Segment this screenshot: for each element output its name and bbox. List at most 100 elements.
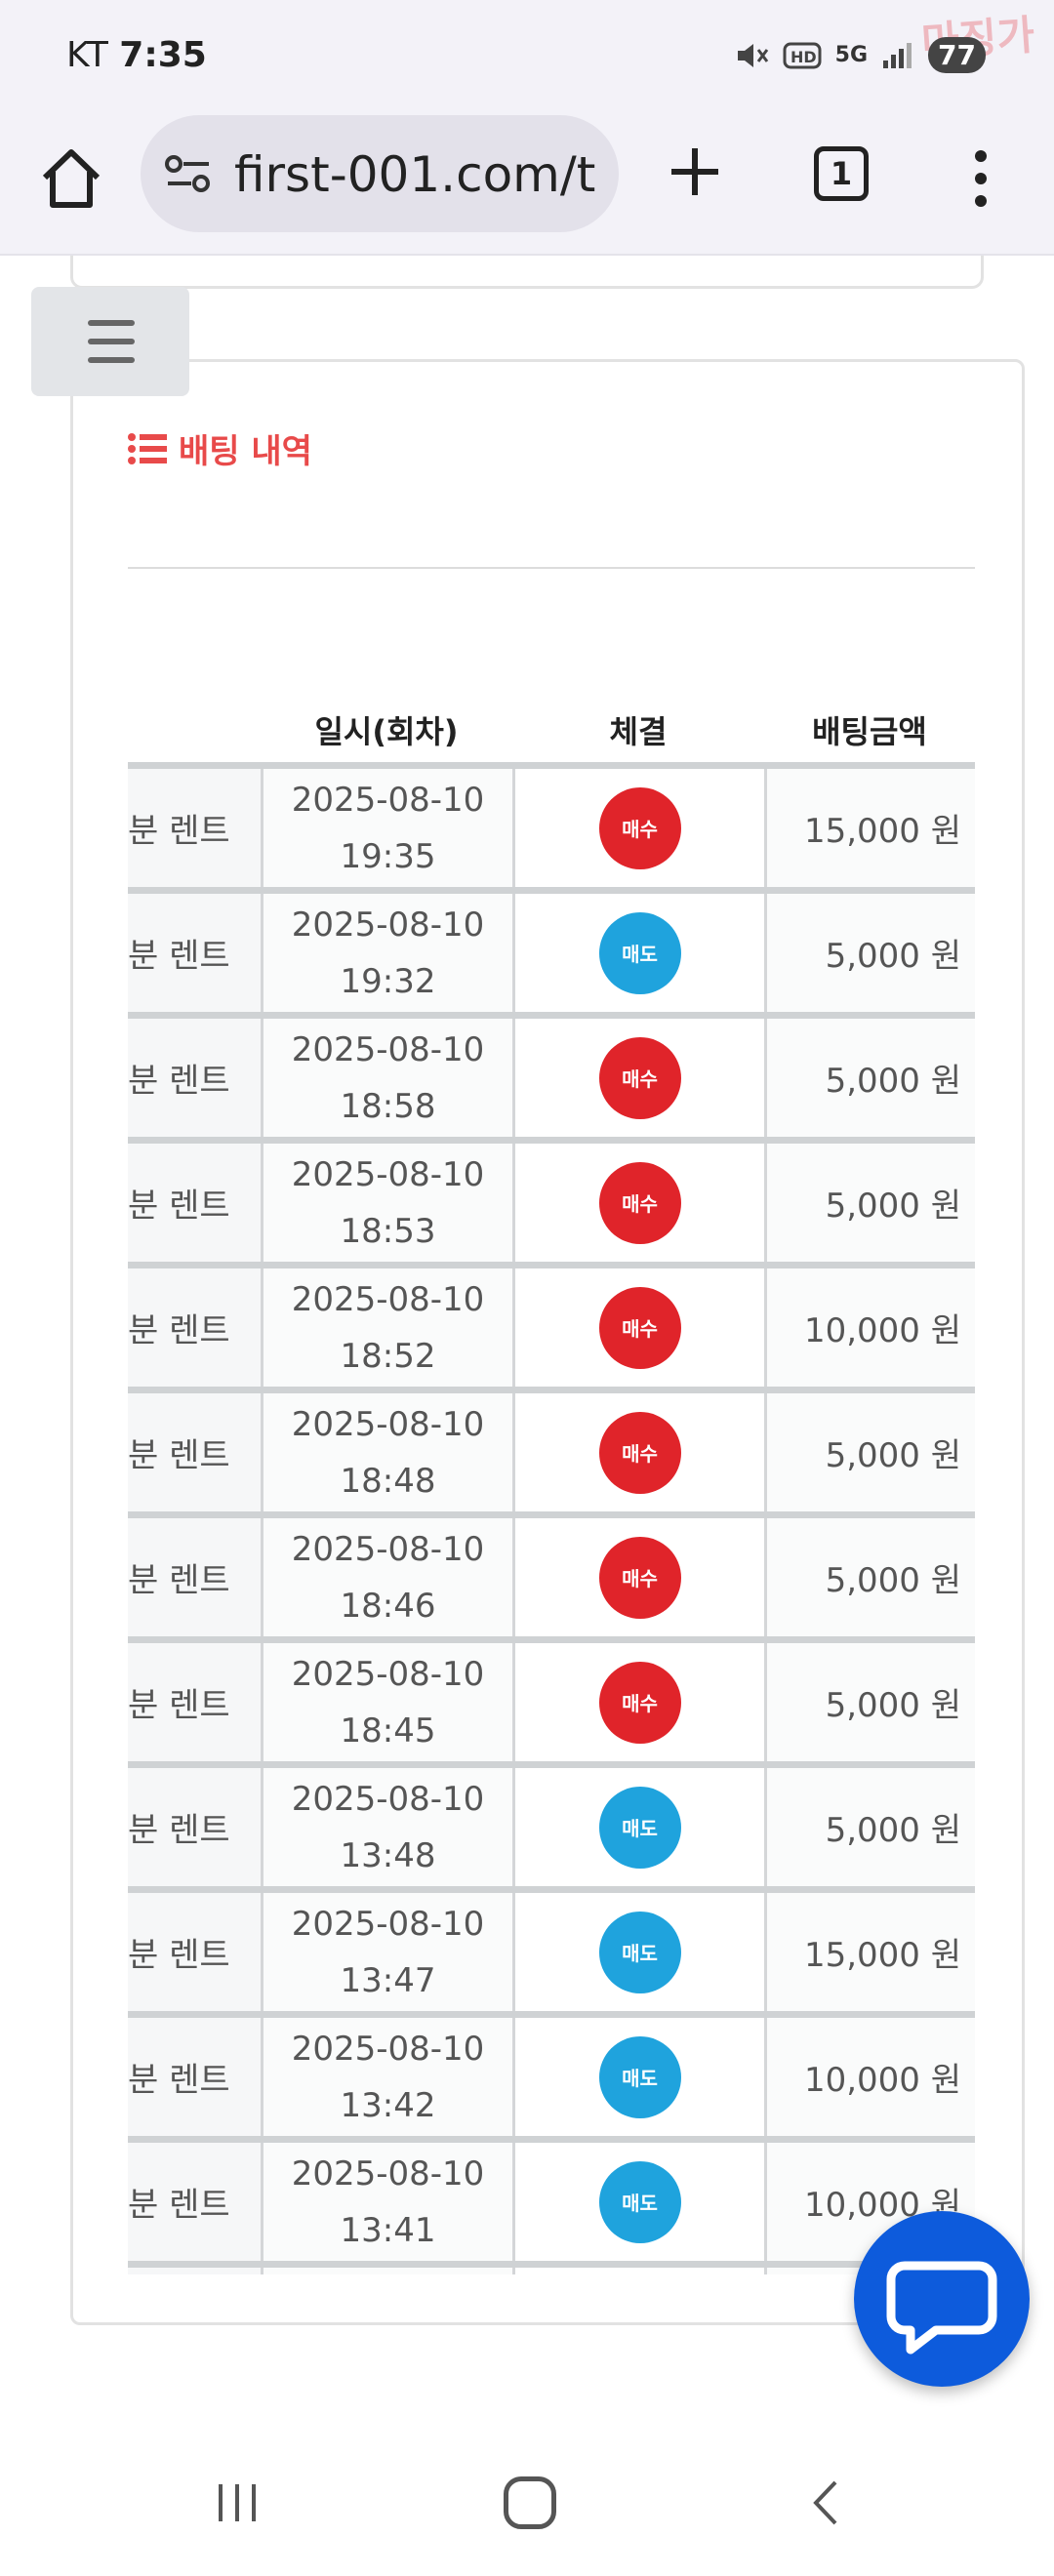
- row-date-time: 18:52: [340, 1336, 436, 1376]
- row-exec: 매도: [512, 2018, 764, 2136]
- section-title-text: 배팅 내역: [179, 432, 312, 471]
- home-nav-icon[interactable]: [504, 2476, 556, 2529]
- row-date: 2025-08-10 13:42: [261, 2018, 512, 2136]
- chat-icon: [886, 2261, 997, 2355]
- network-type: 5G: [834, 43, 869, 67]
- row-date-day: 2025-08-10: [291, 1404, 485, 1444]
- table-row: 분 렌트 2025-08-10 13:41 매도 10,000 원: [128, 2136, 975, 2261]
- row-amount: 10,000 원: [764, 1268, 975, 1387]
- row-date: 2025-08-10 18:53: [261, 1144, 512, 1262]
- row-date-day: 2025-08-10: [291, 1779, 485, 1819]
- carrier-name: KT: [66, 35, 108, 75]
- row-exec: 매수: [512, 1268, 764, 1387]
- buy-badge: 매수: [598, 1536, 681, 1619]
- mute-icon: [737, 43, 768, 67]
- row-date-day: 2025-08-10: [291, 1529, 485, 1569]
- hd-icon: HD: [783, 42, 822, 68]
- status-bar: KT 7:35 마징가 HD 5G 77: [0, 0, 1054, 109]
- row-name: 분 렌트: [128, 1811, 230, 1850]
- row-exec: 매수: [512, 769, 764, 887]
- betting-history-card: 배팅 내역 일시(회차) 체결 배팅금액 분 렌트 2025-08-10 19:35…: [70, 359, 1025, 2325]
- row-amount: 5,000 원: [764, 894, 975, 1012]
- status-carrier-time: KT 7:35: [66, 35, 207, 75]
- row-name: 분 렌트: [128, 2186, 230, 2225]
- address-bar[interactable]: first-001.com/t: [141, 115, 619, 232]
- row-date-day: 2025-08-10: [291, 1654, 485, 1694]
- chat-button[interactable]: [854, 2211, 1030, 2387]
- row-name: 분 렌트: [128, 812, 230, 851]
- row-date-time: 18:46: [340, 1586, 436, 1626]
- header-exec: 체결: [609, 713, 668, 750]
- row-date-day: 2025-08-10: [291, 1279, 485, 1319]
- row-date: 2025-08-10 13:47: [261, 1893, 512, 2011]
- row-name: 분 렌트: [128, 1062, 230, 1101]
- row-date: 2025-08-10 18:52: [261, 1268, 512, 1387]
- row-name: 분 렌트: [128, 1936, 230, 1975]
- row-exec: 매도: [512, 1893, 764, 2011]
- previous-card-edge: [70, 256, 984, 289]
- row-date-time: 19:32: [340, 961, 436, 1001]
- row-date-time: 13:48: [340, 1835, 436, 1875]
- row-date: 2025-08-10 18:48: [261, 1393, 512, 1511]
- list-icon: [128, 432, 167, 464]
- table-row: 분 렌트 2025-08-10 18:45 매수 5,000 원: [128, 1636, 975, 1761]
- row-date: 2025-08-10 19:32: [261, 894, 512, 1012]
- buy-badge: 매수: [598, 1661, 681, 1744]
- row-date-day: 2025-08-10: [291, 905, 485, 945]
- tune-icon[interactable]: [164, 152, 213, 197]
- betting-table[interactable]: 일시(회차) 체결 배팅금액 분 렌트 2025-08-10 19:35 매수 15,0…: [128, 694, 975, 2274]
- table-row: 분 렌트 2025-08-10 18:53 매수 5,000 원: [128, 1137, 975, 1262]
- buy-badge: 매수: [598, 1161, 681, 1244]
- row-date: 2025-08-10 18:58: [261, 1019, 512, 1137]
- row-exec: 매도: [512, 2268, 764, 2274]
- row-amount: 10,000 원: [764, 2018, 975, 2136]
- table-row: 분 렌트 2025-08-10 19:35 매수 15,000 원: [128, 762, 975, 887]
- row-date-time: 19:35: [340, 836, 436, 876]
- row-date-day: 2025-08-10: [291, 780, 485, 820]
- row-name: 분 렌트: [128, 1686, 230, 1725]
- row-date-time: 13:42: [340, 2085, 436, 2125]
- row-amount: 5,000 원: [764, 1518, 975, 1636]
- hamburger-icon[interactable]: [31, 287, 189, 396]
- row-date-time: 18:58: [340, 1086, 436, 1126]
- signal-icon: [883, 42, 912, 68]
- battery-indicator: 77: [928, 37, 986, 73]
- section-title: 배팅 내역: [128, 424, 312, 472]
- row-exec: 매도: [512, 2143, 764, 2261]
- row-date-time: 18:53: [340, 1211, 436, 1251]
- row-date: 2025-08-10 13:48: [261, 1768, 512, 1886]
- buy-badge: 매수: [598, 786, 681, 869]
- row-date-time: 18:45: [340, 1711, 436, 1751]
- row-date-time: 13:41: [340, 2210, 436, 2250]
- table-row: 분 렌트 2025-08-10 19:32 매도 5,000 원: [128, 887, 975, 1012]
- more-vert-icon[interactable]: [966, 144, 995, 213]
- row-exec: 매수: [512, 1643, 764, 1761]
- sell-badge: 매도: [598, 911, 681, 994]
- table-row: 분 렌트 2025-08-10 18:48 매수 5,000 원: [128, 1387, 975, 1511]
- table-row: 분 렌트 2025-08-10 13:42 매도 10,000 원: [128, 2011, 975, 2136]
- row-date-day: 2025-08-10: [291, 1029, 485, 1069]
- browser-toolbar: first-001.com/t 1: [0, 109, 1054, 256]
- row-amount: 5,000 원: [764, 1768, 975, 1886]
- sell-badge: 매도: [598, 2035, 681, 2118]
- row-date: 2025-08-10: [261, 2268, 512, 2274]
- row-amount: 5,000 원: [764, 1643, 975, 1761]
- url-text[interactable]: first-001.com/t: [234, 146, 605, 203]
- row-exec: 매수: [512, 1144, 764, 1262]
- row-date-day: 2025-08-10: [291, 2029, 485, 2069]
- row-amount: 5,000 원: [764, 1019, 975, 1137]
- sell-badge: 매도: [598, 1911, 681, 1993]
- row-exec: 매수: [512, 1393, 764, 1511]
- back-icon[interactable]: [802, 2478, 851, 2527]
- row-amount: 15,000 원: [764, 1893, 975, 2011]
- header-amount: 배팅금액: [812, 713, 927, 750]
- table-row: 분 렌트 2025-08-10 13:47 매도 15,000 원: [128, 1886, 975, 2011]
- row-date-day: 2025-08-10: [291, 1154, 485, 1194]
- clock: 7:35: [119, 35, 207, 75]
- home-icon[interactable]: [37, 144, 105, 213]
- tab-switcher-button[interactable]: 1: [814, 146, 869, 201]
- buy-badge: 매수: [598, 1036, 681, 1119]
- sell-badge: 매도: [598, 2160, 681, 2243]
- recent-apps-icon[interactable]: [213, 2478, 262, 2527]
- plus-icon[interactable]: [664, 141, 726, 203]
